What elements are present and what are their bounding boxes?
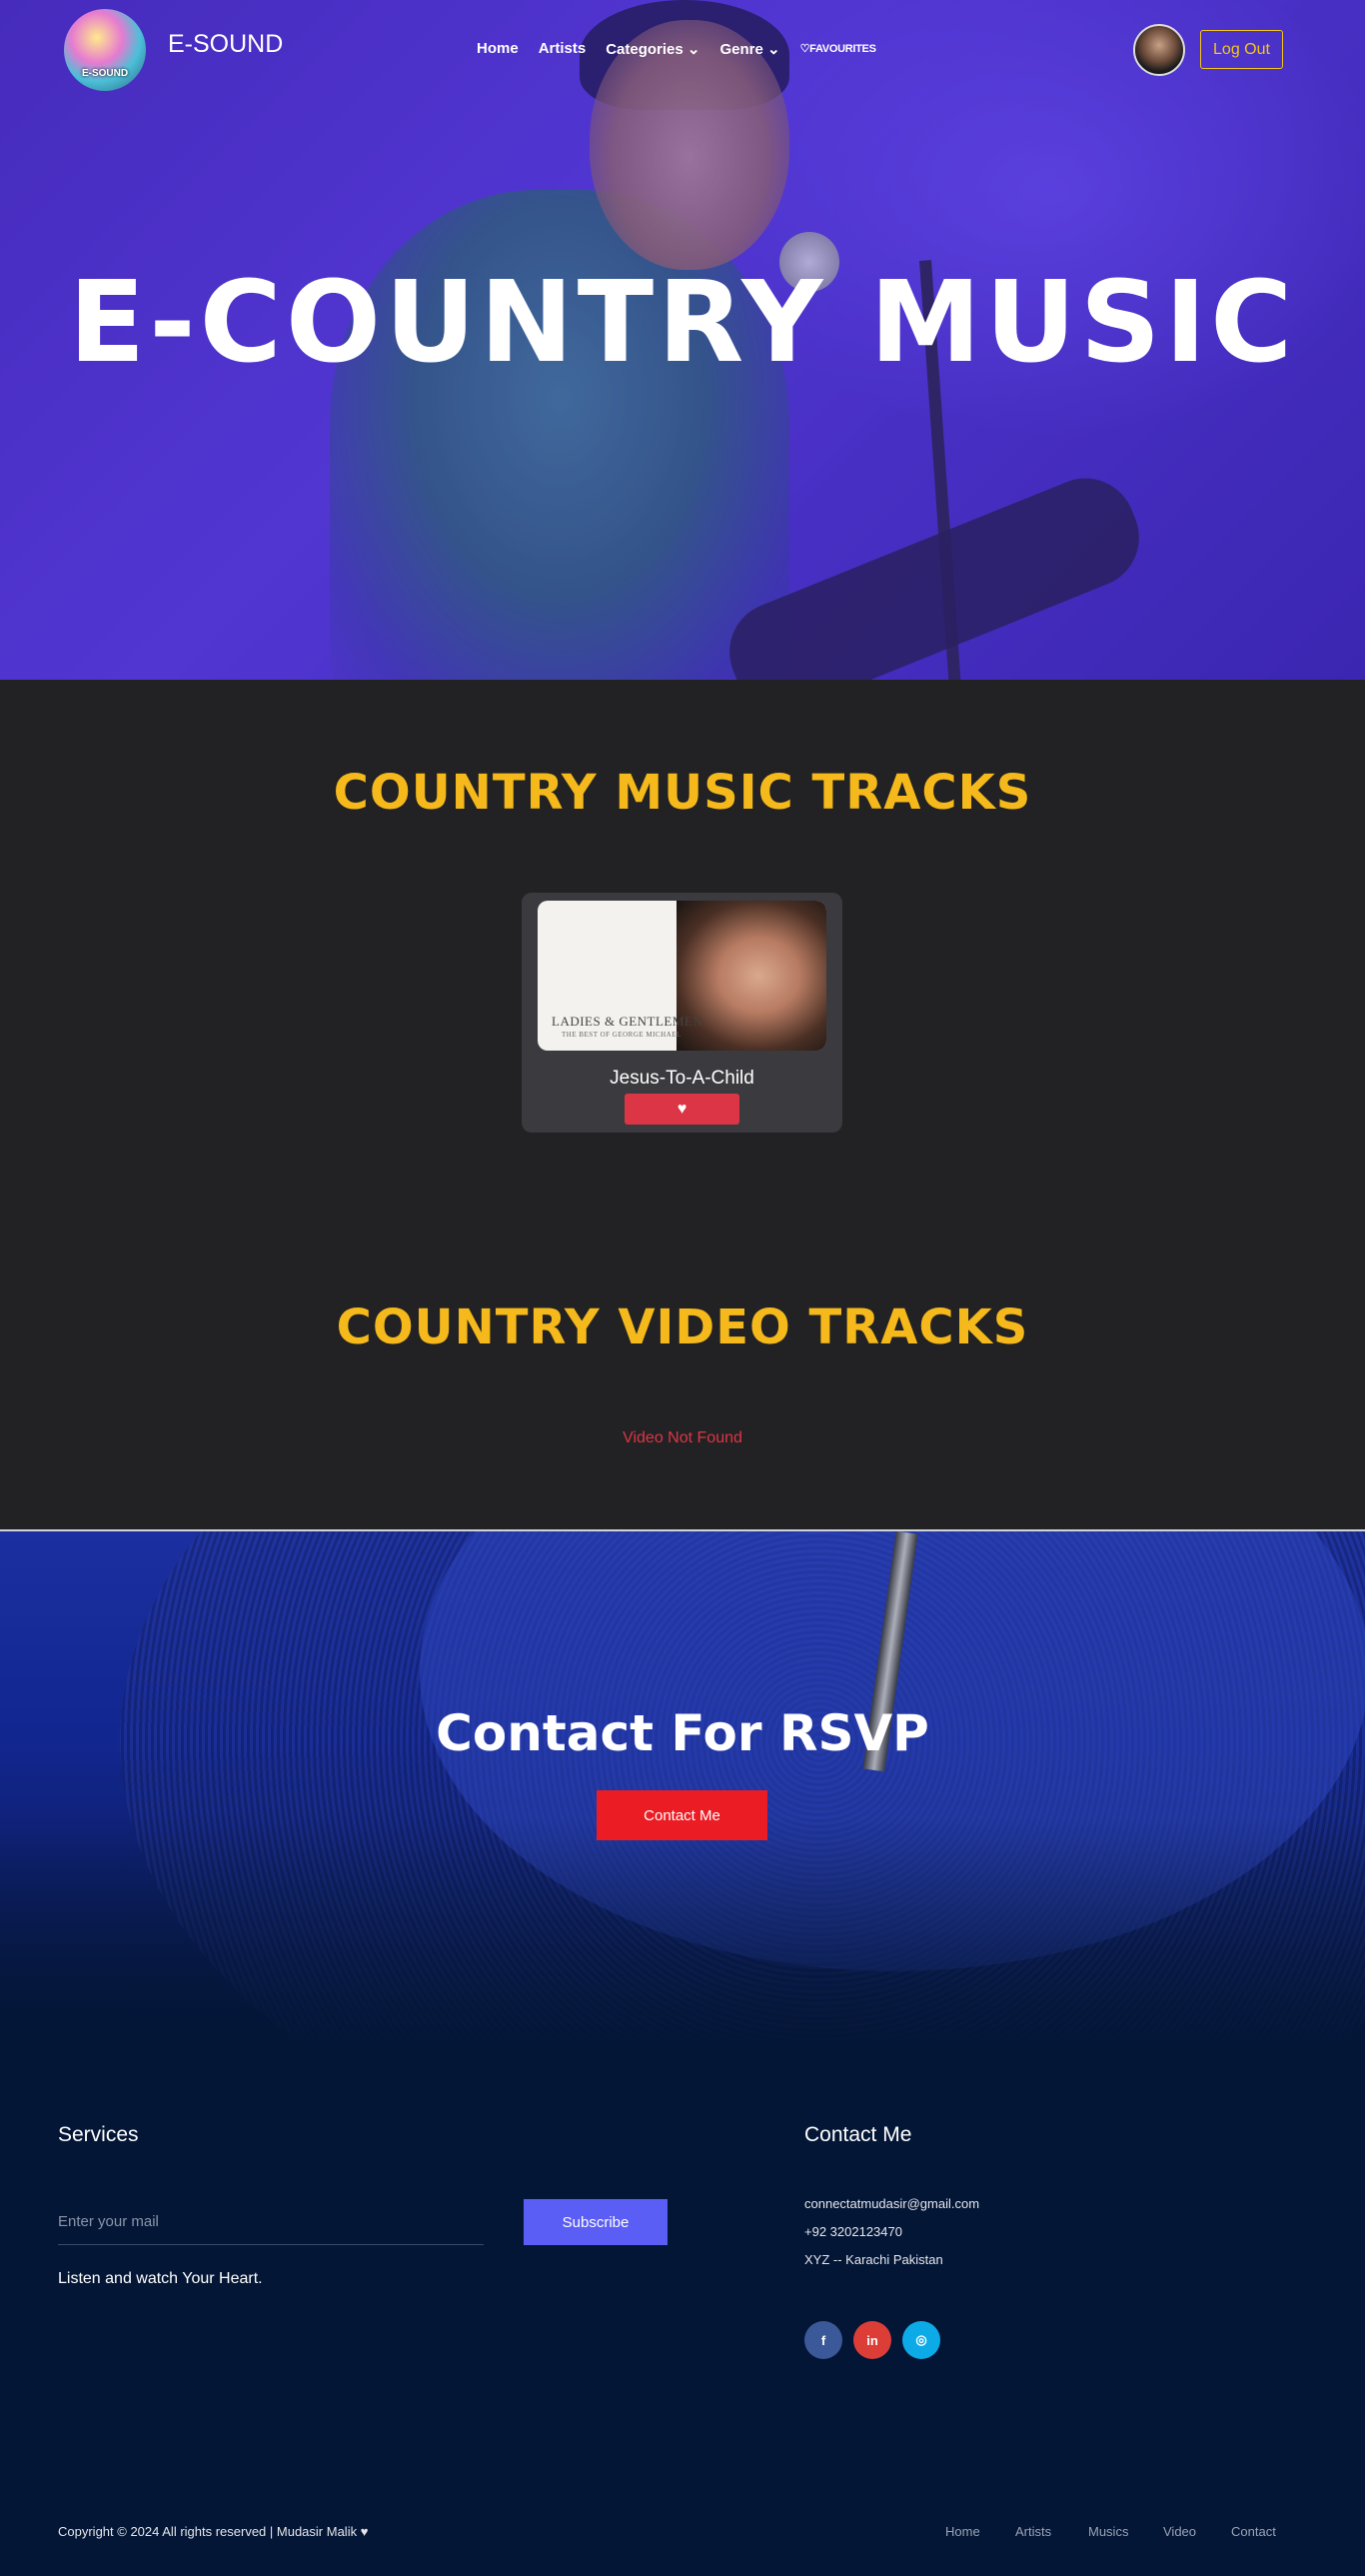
brand-name[interactable]: E-SOUND	[168, 30, 283, 59]
track-name[interactable]: Jesus-To-A-Child	[522, 1068, 842, 1090]
logo[interactable]: E-SOUND	[64, 9, 146, 91]
nav-genre-label: Genre	[719, 41, 763, 58]
contact-phone: +92 3202123470	[804, 2224, 902, 2239]
contact-email[interactable]: connectatmudasir@gmail.com	[804, 2196, 979, 2211]
subscribe-button[interactable]: Subscribe	[524, 2199, 668, 2245]
footer-link-artists[interactable]: Artists	[1015, 2524, 1051, 2539]
nav-dropdown-genre[interactable]: Genre ⌄	[719, 40, 779, 58]
nav-favourites-label: FAVOURITES	[809, 43, 876, 55]
facebook-icon[interactable]: f	[804, 2321, 842, 2359]
cover-title: LADIES & GENTLEMEN	[552, 1014, 703, 1029]
favourite-button[interactable]: ♥	[625, 1094, 739, 1125]
cover-subtitle: THE BEST OF GEORGE MICHAEL	[562, 1031, 682, 1039]
footer-link-contact[interactable]: Contact	[1231, 2524, 1276, 2539]
nav-link-favourites[interactable]: ♡FAVOURITES	[800, 42, 876, 58]
copyright-text: Copyright © 2024 All rights reserved | M…	[58, 2524, 369, 2539]
nav-link-home[interactable]: Home	[477, 40, 519, 58]
footer-tagline: Listen and watch Your Heart.	[58, 2270, 263, 2287]
nav-links: Home Artists Categories ⌄ Genre ⌄ ♡FAVOU…	[477, 40, 876, 58]
footer-link-home[interactable]: Home	[945, 2524, 980, 2539]
video-not-found-message: Video Not Found	[623, 1429, 742, 1446]
video-section-title: COUNTRY VIDEO TRACKS	[336, 1299, 1029, 1355]
chevron-down-icon: ⌄	[686, 41, 700, 58]
logo-text: E-SOUND	[81, 68, 129, 79]
instagram-icon[interactable]: ◎	[902, 2321, 940, 2359]
footer-link-musics[interactable]: Musics	[1088, 2524, 1128, 2539]
nav-dropdown-categories[interactable]: Categories ⌄	[606, 40, 699, 58]
music-section-title: COUNTRY MUSIC TRACKS	[333, 765, 1032, 821]
contact-title: Contact For RSVP	[436, 1704, 929, 1762]
nav-link-artists[interactable]: Artists	[539, 40, 587, 58]
top-navbar: E-SOUND E-SOUND Home Artists Categories …	[0, 0, 1365, 100]
footer-link-video[interactable]: Video	[1163, 2524, 1196, 2539]
contact-heading: Contact Me	[804, 2123, 912, 2146]
chevron-down-icon: ⌄	[767, 41, 780, 58]
heart-outline-icon: ♡	[799, 43, 810, 55]
hero-banner: E-COUNTRY MUSIC	[0, 0, 1365, 680]
track-cover[interactable]: LADIES & GENTLEMEN THE BEST OF GEORGE MI…	[538, 901, 826, 1051]
heart-icon: ♥	[677, 1100, 687, 1118]
nav-categories-label: Categories	[606, 41, 683, 58]
track-card[interactable]: LADIES & GENTLEMEN THE BEST OF GEORGE MI…	[522, 893, 842, 1133]
services-heading: Services	[58, 2123, 139, 2146]
footer	[0, 2051, 1365, 2576]
email-field[interactable]	[58, 2199, 484, 2245]
contact-me-button[interactable]: Contact Me	[597, 1790, 767, 1840]
linkedin-icon[interactable]: in	[853, 2321, 891, 2359]
logout-button[interactable]: Log Out	[1200, 30, 1283, 69]
avatar[interactable]	[1133, 24, 1185, 76]
hero-title: E-COUNTRY MUSIC	[68, 258, 1297, 388]
contact-address: XYZ -- Karachi Pakistan	[804, 2252, 943, 2267]
